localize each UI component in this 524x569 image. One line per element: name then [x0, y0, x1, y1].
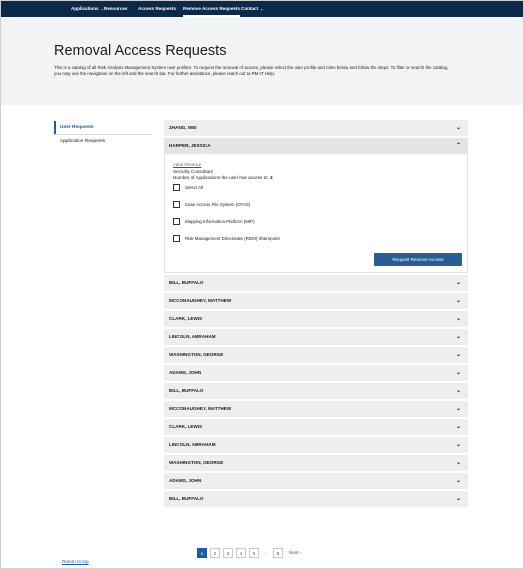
accordion-item[interactable]: WASHINGTON, GEORGE ⌄ — [164, 455, 468, 471]
accordion-item[interactable]: BILL, BUFFALO ⌄ — [164, 383, 468, 399]
return-to-top-link[interactable]: Return to top — [62, 559, 89, 564]
select-all-checkbox[interactable] — [173, 183, 180, 191]
accordion-item[interactable]: BILL, BUFFALO ⌄ — [164, 275, 468, 291]
application-count-value: 3 — [270, 175, 273, 180]
page-header: Removal Access Requests This is a catalo… — [1, 17, 523, 105]
chevron-down-icon[interactable]: ⌄ — [456, 455, 461, 471]
accordion-item[interactable]: WASHINGTON, GEORGE ⌄ — [164, 347, 468, 363]
accordion-item[interactable]: CLARK, LEWIS ⌄ — [164, 419, 468, 435]
page-button[interactable]: 3 — [223, 547, 233, 558]
collapsed-user-rows: BILL, BUFFALO ⌄ MCCONAUGHEY, MATTHEW ⌄ CLARK… — [164, 275, 468, 507]
page-button[interactable]: 5 — [249, 547, 259, 558]
accordion-item[interactable]: BILL, BUFFALO ⌄ — [164, 491, 468, 507]
accordion-item-expanded[interactable]: HARPER, JESSICA ⌃ — [164, 138, 468, 154]
nav-remove-access-requests[interactable]: Remove Access Requests — [183, 1, 241, 17]
user-name: WASHINGTON, GEORGE — [169, 460, 224, 465]
chevron-up-icon[interactable]: ⌃ — [456, 138, 461, 154]
user-name: BILL, BUFFALO — [169, 280, 204, 285]
select-all-row[interactable]: Select All — [173, 183, 203, 191]
chevron-down-icon[interactable]: ⌄ — [456, 275, 461, 291]
user-name: ADAMS, JOHN — [169, 370, 202, 375]
chevron-down-icon[interactable]: ⌄ — [456, 401, 461, 417]
nav-contact-label: Contact — [241, 6, 259, 11]
nav-contact[interactable]: Contact ⌄ — [241, 1, 263, 17]
user-name: BILL, BUFFALO — [169, 388, 204, 393]
accordion-item[interactable]: LINCOLN, ABRAHAM ⌄ — [164, 329, 468, 345]
request-remove-access-button[interactable]: Request Remove Access — [374, 253, 462, 266]
accordion-item[interactable]: MCCONAUGHEY, MATTHEW ⌄ — [164, 401, 468, 417]
application-count: Number of Applications the user has acce… — [173, 175, 273, 180]
chevron-down-icon[interactable]: ⌄ — [456, 419, 461, 435]
app-row[interactable]: Mapping Information Platform (MIP) — [173, 217, 255, 225]
app-label: Case Access File System (CFAS) — [185, 201, 251, 207]
user-accordion-list: ZHANG, WEI ⌄ HARPER, JESSICA ⌃ VIEW PROF… — [164, 120, 468, 509]
nav-resources[interactable]: Resources — [104, 1, 128, 17]
user-name: BILL, BUFFALO — [169, 496, 204, 501]
next-page-link[interactable]: Next › — [289, 550, 301, 555]
user-name: LINCOLN, ABRAHAM — [169, 334, 216, 339]
app-label: Risk Management Directorate (RDM) Sharep… — [185, 235, 280, 241]
chevron-down-icon[interactable]: ⌄ — [456, 347, 461, 363]
user-detail-panel: VIEW PROFILE Security Consultant Number … — [164, 154, 468, 273]
pagination-ellipsis: … — [263, 550, 269, 555]
chevron-down-icon[interactable]: ⌄ — [456, 293, 461, 309]
accordion-item[interactable]: ZHANG, WEI ⌄ — [164, 120, 468, 136]
user-name: WASHINGTON, GEORGE — [169, 352, 224, 357]
page-title: Removal Access Requests — [54, 43, 227, 59]
top-navigation: Applications ⌄ Resources Access Requests… — [1, 1, 523, 17]
page-intro: This is a catalog of all Risk Analysis M… — [54, 65, 449, 77]
app-checkbox[interactable] — [173, 234, 180, 242]
chevron-down-icon[interactable]: ⌄ — [456, 311, 461, 327]
page-button[interactable]: 1 — [197, 547, 207, 558]
nav-applications-label: Applications — [71, 6, 99, 11]
sidebar-item-user-requests[interactable]: User Requests — [54, 121, 152, 134]
view-profile-link[interactable]: VIEW PROFILE — [173, 162, 201, 167]
user-name: HARPER, JESSICA — [169, 143, 211, 148]
chevron-down-icon[interactable]: ⌄ — [456, 365, 461, 381]
job-title: Security Consultant — [173, 169, 213, 174]
app-row[interactable]: Case Access File System (CFAS) — [173, 200, 250, 208]
chevron-down-icon: ⌄ — [260, 7, 264, 11]
page-button[interactable]: 4 — [236, 547, 246, 558]
accordion-item[interactable]: MCCONAUGHEY, MATTHEW ⌄ — [164, 293, 468, 309]
user-name: CLARK, LEWIS — [169, 316, 203, 321]
user-name: CLARK, LEWIS — [169, 424, 203, 429]
app-row[interactable]: Risk Management Directorate (RDM) Sharep… — [173, 234, 280, 242]
chevron-down-icon[interactable]: ⌄ — [456, 120, 461, 136]
page-button[interactable]: 2 — [210, 547, 220, 558]
chevron-down-icon[interactable]: ⌄ — [456, 383, 461, 399]
sidebar-item-application-requests[interactable]: Application Requests — [54, 135, 152, 148]
application-count-label: Number of Applications the user has acce… — [173, 175, 269, 180]
chevron-down-icon[interactable]: ⌄ — [456, 437, 461, 453]
app-checkbox[interactable] — [173, 217, 180, 225]
nav-applications[interactable]: Applications ⌄ — [71, 1, 104, 17]
accordion-item[interactable]: LINCOLN, ABRAHAM ⌄ — [164, 437, 468, 453]
sidebar: User Requests Application Requests — [54, 121, 152, 148]
nav-access-requests[interactable]: Access Requests — [138, 1, 176, 17]
app-label: Mapping Information Platform (MIP) — [185, 218, 255, 224]
select-all-label: Select All — [185, 184, 204, 190]
page-button[interactable]: 8 — [273, 547, 283, 558]
user-name: MCCONAUGHEY, MATTHEW — [169, 298, 232, 303]
pagination: 1 2 3 4 5 … 8 Next › — [197, 547, 301, 558]
chevron-down-icon[interactable]: ⌄ — [456, 329, 461, 345]
user-name: ZHANG, WEI — [169, 125, 197, 130]
user-name: MCCONAUGHEY, MATTHEW — [169, 406, 232, 411]
user-name: ADAMS, JOHN — [169, 478, 202, 483]
accordion-item[interactable]: ADAMS, JOHN ⌄ — [164, 365, 468, 381]
app-checkbox[interactable] — [173, 200, 180, 208]
accordion-item[interactable]: ADAMS, JOHN ⌄ — [164, 473, 468, 489]
user-name: LINCOLN, ABRAHAM — [169, 442, 216, 447]
chevron-down-icon[interactable]: ⌄ — [456, 473, 461, 489]
page: Applications ⌄ Resources Access Requests… — [0, 0, 524, 569]
accordion-item[interactable]: CLARK, LEWIS ⌄ — [164, 311, 468, 327]
chevron-down-icon[interactable]: ⌄ — [456, 491, 461, 507]
